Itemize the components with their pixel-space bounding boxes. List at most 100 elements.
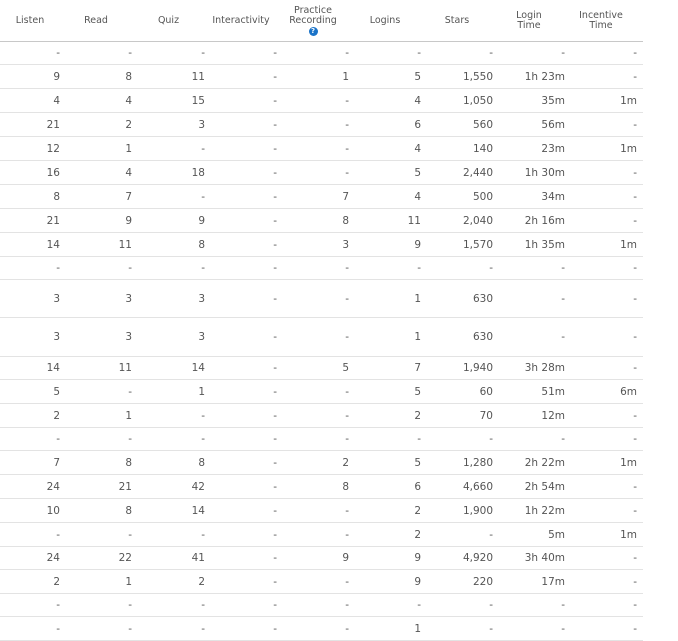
cell-interactivity: - [273,456,277,469]
table-row: --------- [0,428,643,451]
cell-incentive-time: - [633,552,637,564]
cell-stars: - [489,262,493,274]
table-row: --------- [0,594,643,617]
cell-read: - [128,622,132,635]
cell-stars: 1,280 [462,456,493,469]
table-row: 21 9 9 - 8 11 2,040 2h 16m - [0,209,643,233]
cell-incentive-time: - [633,70,637,83]
header-incentive-time[interactable]: Incentive Time [565,0,637,41]
table-row: - - - - - 1 - - - [0,617,643,641]
cell-logins: - [417,433,421,445]
cell-practice-recording: - [345,575,349,588]
cell-quiz: 42 [191,480,205,493]
header-read[interactable]: Read [60,0,132,41]
cell-login-time: 12m [541,409,565,422]
cell-practice-recording: - [345,262,349,274]
cell-incentive-time: - [633,118,637,131]
table-row: - - - - - 2 - 5m 1m [0,523,643,547]
cell-practice-recording: - [345,504,349,517]
cell-login-time: 17m [541,575,565,588]
cell-logins: 6 [414,118,421,131]
cell-read: 8 [125,504,132,517]
header-practice-recording[interactable]: Practice Recording ? [277,0,349,41]
cell-read: 1 [125,409,132,422]
cell-stars: 1,550 [462,70,493,83]
cell-logins: 4 [414,142,421,155]
header-login-time[interactable]: Login Time [493,0,565,41]
table-row: 2 1 2 - - 9 220 17m - [0,570,643,594]
cell-interactivity: - [273,480,277,493]
cell-read: 22 [118,552,132,564]
cell-listen: 2 [53,409,60,422]
cell-quiz: 9 [198,214,205,227]
cell-quiz: 1 [198,385,205,398]
header-interactivity[interactable]: Interactivity [205,0,277,41]
cell-read: 8 [125,70,132,83]
header-logins[interactable]: Logins [349,0,421,41]
cell-listen: 24 [46,552,60,564]
cell-interactivity: - [273,292,277,305]
cell-practice-recording: - [345,166,349,179]
cell-listen: - [56,622,60,635]
cell-incentive-time: - [633,292,637,305]
cell-stars: 500 [472,190,493,203]
cell-quiz: 14 [191,504,205,517]
cell-practice-recording: 2 [342,456,349,469]
cell-incentive-time: - [633,331,637,343]
cell-stars: 560 [472,118,493,131]
cell-logins: - [417,262,421,274]
cell-login-time: - [561,292,565,305]
cell-read: 3 [125,331,132,343]
cell-login-time: 1h 35m [524,238,565,251]
cell-listen: 14 [46,362,60,374]
cell-login-time: - [561,47,565,59]
header-quiz[interactable]: Quiz [132,0,205,41]
cell-interactivity: - [273,362,277,374]
cell-listen: 21 [46,118,60,131]
cell-quiz: 18 [191,166,205,179]
cell-login-time: 2h 16m [524,214,565,227]
table-row: 14 11 8 - 3 9 1,570 1h 35m 1m [0,233,643,257]
header-incentive-time-line1: Incentive [579,9,623,21]
help-icon[interactable]: ? [308,26,318,36]
cell-listen: 12 [46,142,60,155]
cell-interactivity: - [273,552,277,564]
cell-logins: 5 [414,456,421,469]
cell-login-time: 1h 22m [524,504,565,517]
cell-interactivity: - [273,622,277,635]
cell-read: 1 [125,575,132,588]
cell-interactivity: - [273,528,277,541]
cell-listen: 7 [53,456,60,469]
cell-practice-recording: 5 [342,362,349,374]
cell-quiz: - [201,47,205,59]
table-row: 10 8 14 - - 2 1,900 1h 22m - [0,499,643,523]
cell-practice-recording: 8 [342,480,349,493]
cell-interactivity: - [273,190,277,203]
cell-stars: 4,660 [462,480,493,493]
cell-read: - [128,433,132,445]
cell-login-time: 56m [541,118,565,131]
cell-quiz: 8 [198,456,205,469]
header-stars[interactable]: Stars [421,0,493,41]
cell-practice-recording: 8 [342,214,349,227]
table-row: 16 4 18 - - 5 2,440 1h 30m - [0,161,643,185]
cell-login-time: 1h 30m [524,166,565,179]
cell-logins: 5 [414,70,421,83]
cell-quiz: 41 [191,552,205,564]
cell-practice-recording: - [345,118,349,131]
cell-listen: 3 [53,331,60,343]
cell-stars: 2,440 [462,166,493,179]
cell-logins: 5 [414,166,421,179]
cell-listen: 16 [46,166,60,179]
cell-read: 1 [125,142,132,155]
table-row: 4 4 15 - - 4 1,050 35m 1m [0,89,643,113]
cell-practice-recording: 3 [342,238,349,251]
cell-logins: 4 [414,190,421,203]
table-row: 9 8 11 - 1 5 1,550 1h 23m - [0,65,643,89]
cell-stars: 630 [472,331,493,343]
header-listen[interactable]: Listen [0,0,60,41]
cell-logins: 1 [414,622,421,635]
cell-listen: - [56,262,60,274]
cell-listen: - [56,433,60,445]
cell-listen: - [56,47,60,59]
